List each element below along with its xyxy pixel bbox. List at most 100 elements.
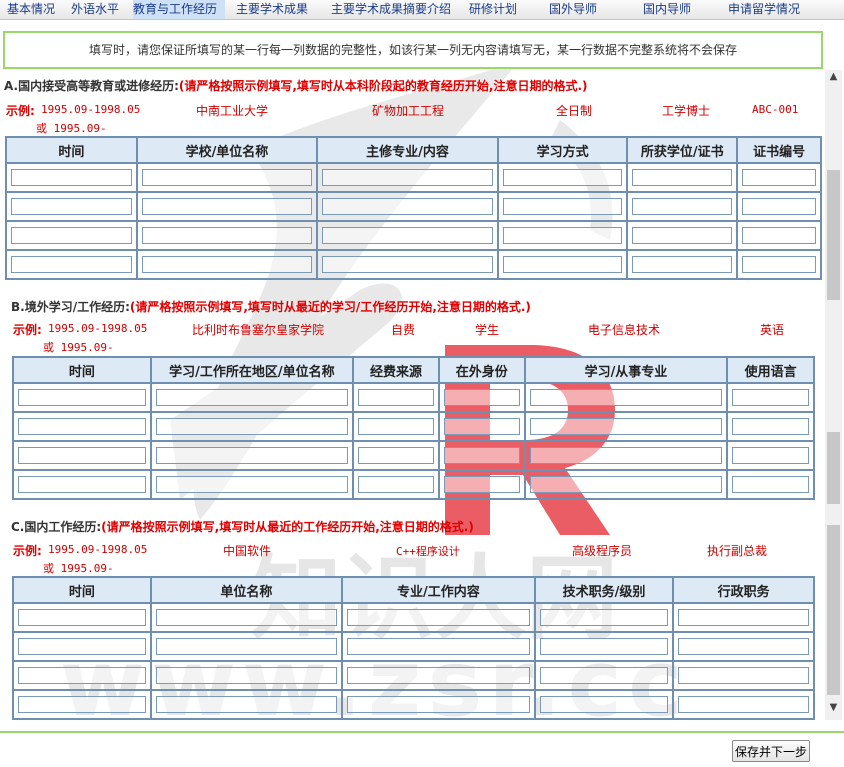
cell-input[interactable] bbox=[678, 638, 809, 655]
tab-bar: 基本情况 外语水平 教育与工作经历 主要学术成果 主要学术成果摘要介绍 研修计划 国外导师 国… bbox=[0, 0, 844, 20]
cell-input[interactable] bbox=[18, 418, 146, 435]
scrollbar-thumb-3[interactable] bbox=[827, 525, 840, 695]
cell-input[interactable] bbox=[502, 169, 623, 186]
table-cell bbox=[12, 660, 152, 691]
section-a-heading: A.国内接受高等教育或进修经历: bbox=[4, 79, 179, 93]
table-cell bbox=[496, 220, 629, 251]
cell-input[interactable] bbox=[529, 447, 723, 464]
cell-input[interactable] bbox=[443, 389, 520, 406]
section-b-heading: B.境外学习/工作经历: bbox=[11, 300, 130, 314]
cell-input[interactable] bbox=[529, 418, 723, 435]
tab-5[interactable]: 研修计划 bbox=[469, 0, 525, 19]
cell-input[interactable] bbox=[742, 256, 816, 273]
cell-input[interactable] bbox=[347, 638, 530, 655]
cell-input[interactable] bbox=[632, 198, 733, 215]
vertical-scrollbar[interactable]: ▲ ▼ bbox=[825, 70, 842, 720]
up-arrow-icon[interactable]: ▲ bbox=[825, 70, 842, 84]
cell-input[interactable] bbox=[632, 227, 733, 244]
section-b-example-institution: 比利时布鲁塞尔皇家学院 bbox=[192, 323, 325, 337]
cell-input[interactable] bbox=[443, 447, 520, 464]
cell-input[interactable] bbox=[678, 667, 809, 684]
table-header-row: 时间 单位名称 专业/工作内容 技术职务/级别 行政职务 bbox=[12, 576, 815, 604]
cell-input[interactable] bbox=[155, 667, 338, 684]
table-row bbox=[5, 220, 822, 251]
cell-input[interactable] bbox=[11, 198, 132, 215]
cell-input[interactable] bbox=[732, 418, 809, 435]
cell-input[interactable] bbox=[632, 169, 733, 186]
cell-input[interactable] bbox=[155, 609, 338, 626]
cell-input[interactable] bbox=[529, 476, 723, 493]
cell-input[interactable] bbox=[732, 389, 809, 406]
tab-6[interactable]: 国外导师 bbox=[549, 0, 607, 19]
scrollbar-thumb[interactable] bbox=[827, 170, 840, 300]
tab-0[interactable]: 基本情况 bbox=[7, 0, 65, 19]
bottom-bar bbox=[0, 731, 844, 767]
cell-input[interactable] bbox=[155, 638, 338, 655]
cell-input[interactable] bbox=[155, 389, 349, 406]
cell-input[interactable] bbox=[502, 256, 623, 273]
cell-input[interactable] bbox=[18, 447, 146, 464]
tab-3[interactable]: 主要学术成果 bbox=[236, 0, 322, 19]
cell-input[interactable] bbox=[539, 609, 669, 626]
cell-input[interactable] bbox=[443, 476, 520, 493]
cell-input[interactable] bbox=[18, 476, 146, 493]
cell-input[interactable] bbox=[529, 389, 723, 406]
cell-input[interactable] bbox=[443, 418, 520, 435]
cell-input[interactable] bbox=[18, 667, 146, 684]
cell-input[interactable] bbox=[502, 227, 623, 244]
scrollbar-thumb-2[interactable] bbox=[827, 432, 840, 504]
cell-input[interactable] bbox=[539, 667, 669, 684]
cell-input[interactable] bbox=[322, 198, 493, 215]
cell-input[interactable] bbox=[322, 227, 493, 244]
table-cell bbox=[149, 602, 344, 633]
cell-input[interactable] bbox=[539, 696, 669, 713]
cell-input[interactable] bbox=[11, 169, 132, 186]
cell-input[interactable] bbox=[322, 256, 493, 273]
cell-input[interactable] bbox=[18, 609, 146, 626]
cell-input[interactable] bbox=[11, 227, 132, 244]
tab-8[interactable]: 申请留学情况 bbox=[728, 0, 810, 19]
cell-input[interactable] bbox=[141, 198, 313, 215]
cell-input[interactable] bbox=[155, 696, 338, 713]
section-c-warning: (请严格按照示例填写,填写时从最近的工作经历开始,注意日期的格式.) bbox=[101, 520, 474, 534]
cell-input[interactable] bbox=[502, 198, 623, 215]
cell-input[interactable] bbox=[155, 418, 349, 435]
cell-input[interactable] bbox=[358, 476, 434, 493]
tab-4[interactable]: 主要学术成果摘要介绍 bbox=[331, 0, 459, 19]
cell-input[interactable] bbox=[322, 169, 493, 186]
cell-input[interactable] bbox=[358, 389, 434, 406]
section-b-example-status: 学生 bbox=[475, 323, 500, 337]
cell-input[interactable] bbox=[18, 389, 146, 406]
table-cell bbox=[533, 602, 675, 633]
cell-input[interactable] bbox=[347, 609, 530, 626]
cell-input[interactable] bbox=[539, 638, 669, 655]
cell-input[interactable] bbox=[678, 696, 809, 713]
tab-2[interactable]: 教育与工作经历 bbox=[133, 0, 225, 19]
table-cell bbox=[626, 220, 739, 251]
cell-input[interactable] bbox=[742, 169, 816, 186]
column-header: 单位名称 bbox=[149, 576, 344, 604]
table-cell bbox=[352, 382, 440, 413]
save-and-next-button[interactable]: 保存并下一步 bbox=[732, 740, 810, 762]
cell-input[interactable] bbox=[358, 418, 434, 435]
cell-input[interactable] bbox=[18, 696, 146, 713]
cell-input[interactable] bbox=[141, 256, 313, 273]
cell-input[interactable] bbox=[155, 447, 349, 464]
tab-7[interactable]: 国内导师 bbox=[643, 0, 701, 19]
cell-input[interactable] bbox=[347, 667, 530, 684]
cell-input[interactable] bbox=[742, 198, 816, 215]
cell-input[interactable] bbox=[732, 476, 809, 493]
cell-input[interactable] bbox=[141, 169, 313, 186]
cell-input[interactable] bbox=[11, 256, 132, 273]
cell-input[interactable] bbox=[732, 447, 809, 464]
down-arrow-icon[interactable]: ▼ bbox=[825, 701, 842, 715]
tab-1[interactable]: 外语水平 bbox=[71, 0, 127, 19]
cell-input[interactable] bbox=[141, 227, 313, 244]
cell-input[interactable] bbox=[18, 638, 146, 655]
cell-input[interactable] bbox=[742, 227, 816, 244]
cell-input[interactable] bbox=[358, 447, 434, 464]
cell-input[interactable] bbox=[347, 696, 530, 713]
cell-input[interactable] bbox=[632, 256, 733, 273]
cell-input[interactable] bbox=[155, 476, 349, 493]
cell-input[interactable] bbox=[678, 609, 809, 626]
